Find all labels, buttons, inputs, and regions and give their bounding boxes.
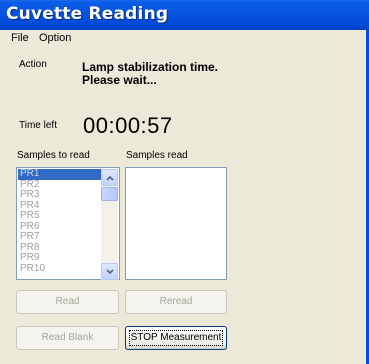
list-item[interactable]: PR7 bbox=[18, 231, 101, 243]
list-item[interactable]: PR5 bbox=[18, 210, 101, 222]
samples-to-read-label: Samples to read bbox=[17, 150, 90, 161]
chevron-up-icon bbox=[106, 175, 114, 181]
list-item[interactable]: PR1 bbox=[18, 168, 101, 180]
scroll-up-button[interactable] bbox=[101, 169, 118, 186]
time-left-label: Time left bbox=[19, 120, 57, 131]
samples-read-list[interactable] bbox=[125, 167, 227, 280]
window-body: File Option Action Lamp stabilization ti… bbox=[0, 30, 369, 364]
menu-option[interactable]: Option bbox=[39, 32, 71, 44]
title-bar[interactable]: Cuvette Reading bbox=[0, 0, 369, 30]
scroll-down-button[interactable] bbox=[101, 263, 118, 280]
samples-read-label: Samples read bbox=[126, 150, 188, 161]
read-blank-button[interactable]: Read Blank bbox=[16, 326, 119, 350]
action-line-2: Please wait... bbox=[82, 73, 157, 87]
samples-to-read-items: PR1 PR2 PR3 PR4 PR5 PR6 PR7 PR8 PR9 PR10 bbox=[18, 168, 101, 275]
action-message: Lamp stabilization time. Please wait... bbox=[82, 61, 218, 87]
scroll-thumb[interactable] bbox=[101, 187, 118, 201]
reread-button[interactable]: Reread bbox=[125, 290, 227, 314]
chevron-down-icon bbox=[106, 269, 114, 275]
stop-measurement-button[interactable]: STOP Measurement bbox=[125, 326, 227, 350]
list-item[interactable]: PR3 bbox=[18, 189, 101, 201]
samples-to-read-list[interactable]: PR1 PR2 PR3 PR4 PR5 PR6 PR7 PR8 PR9 PR10 bbox=[16, 167, 120, 280]
stop-measurement-label: STOP Measurement bbox=[130, 332, 222, 343]
action-label: Action bbox=[19, 59, 47, 70]
menu-file[interactable]: File bbox=[11, 32, 29, 44]
list-item[interactable]: PR10 bbox=[18, 263, 101, 275]
window-title: Cuvette Reading bbox=[6, 4, 169, 24]
list-item[interactable]: PR9 bbox=[18, 252, 101, 264]
read-button[interactable]: Read bbox=[16, 290, 119, 314]
time-left-value: 00:00:57 bbox=[83, 113, 173, 138]
samples-to-read-scrollbar[interactable] bbox=[101, 169, 118, 280]
menu-bar: File Option bbox=[0, 30, 366, 48]
